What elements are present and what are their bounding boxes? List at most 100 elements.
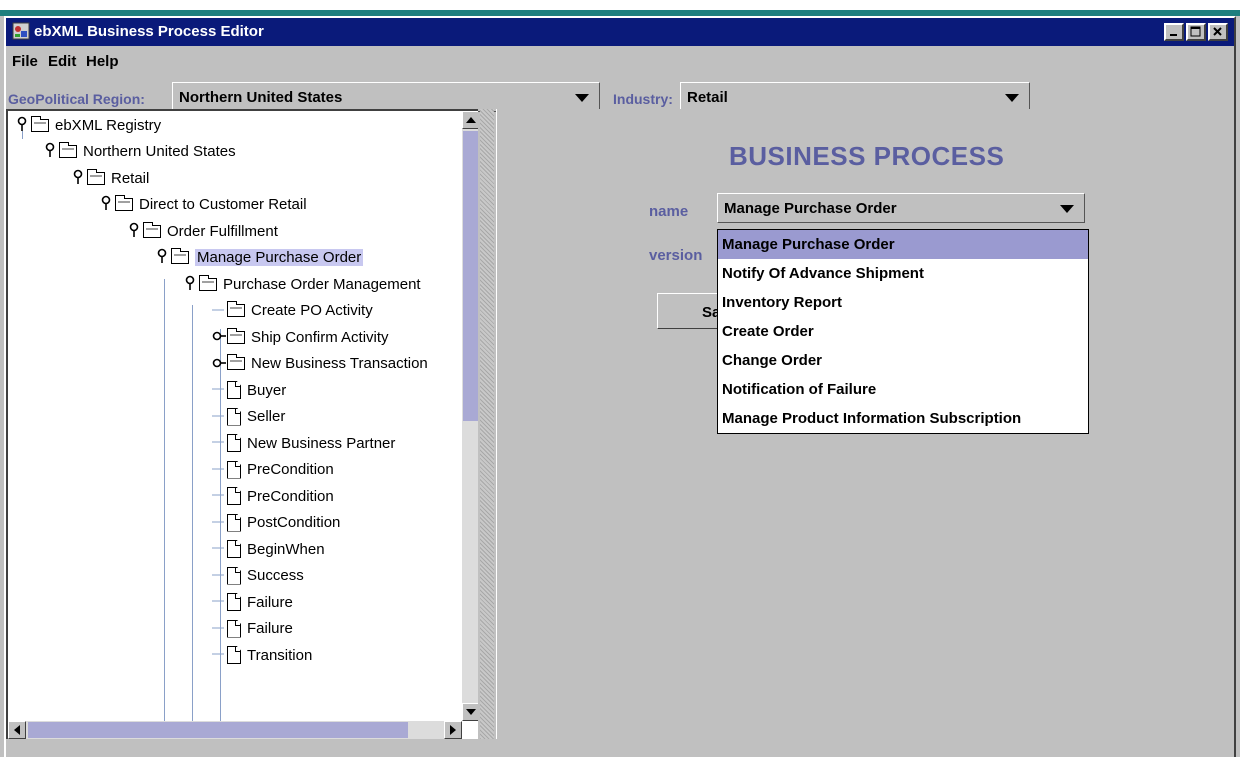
dropdown-option[interactable]: Manage Purchase Order <box>718 230 1088 259</box>
tree-connector <box>212 621 224 637</box>
tree-node[interactable]: Manage Purchase Order <box>156 246 364 270</box>
tree-node[interactable]: Northern United States <box>44 140 236 164</box>
document-icon <box>227 566 241 585</box>
tree-node-label: Northern United States <box>83 143 236 160</box>
key-expanded-icon[interactable] <box>156 248 168 267</box>
tree-node[interactable]: Seller <box>212 405 285 429</box>
tree-node-label: Seller <box>247 408 286 425</box>
key-expanded-icon[interactable] <box>100 195 112 214</box>
key-expanded-icon[interactable] <box>72 169 84 188</box>
title-bar[interactable]: ebXML Business Process Editor <box>6 18 1234 46</box>
tree-horizontal-scrollbar[interactable] <box>8 721 462 739</box>
document-icon <box>227 434 241 452</box>
tree-node[interactable]: Purchase Order Management <box>184 272 421 296</box>
minimize-button[interactable] <box>1164 23 1184 41</box>
folder-icon <box>31 115 49 132</box>
version-label: version <box>649 247 703 264</box>
tree-node-label: New Business Partner <box>247 434 396 452</box>
chevron-down-icon <box>1060 205 1074 213</box>
tree-node-label: ebXML Registry <box>55 116 162 134</box>
name-select[interactable]: Manage Purchase Order <box>717 193 1085 223</box>
key-collapsed-icon[interactable] <box>212 329 226 345</box>
geo-region-select[interactable]: Northern United States <box>172 82 600 112</box>
menu-edit[interactable]: Edit <box>48 53 76 70</box>
maximize-button[interactable] <box>1186 23 1206 41</box>
arrow-down-icon <box>466 709 476 715</box>
dropdown-option[interactable]: Change Order <box>718 346 1088 375</box>
tree-node[interactable]: PreCondition <box>212 458 334 482</box>
scroll-thumb[interactable] <box>463 131 478 421</box>
tree-connector <box>212 647 224 663</box>
dropdown-option[interactable]: Manage Product Information Subscription <box>718 404 1088 433</box>
tree-node-label: Retail <box>111 169 150 187</box>
tree-node[interactable]: New Business Partner <box>212 431 395 455</box>
geo-region-label: GeoPolitical Region: <box>8 91 145 107</box>
key-expanded-icon[interactable] <box>128 222 140 241</box>
registry-tree-panel: ebXML Registry Northern United States Reta… <box>6 109 478 739</box>
tree-connector <box>212 382 224 398</box>
tree-node[interactable]: Order Fulfillment <box>128 219 278 243</box>
folder-icon <box>87 168 105 185</box>
tree-connector <box>212 515 224 531</box>
scroll-right-button[interactable] <box>444 721 462 739</box>
document-icon <box>227 407 241 426</box>
dropdown-option[interactable]: Notify Of Advance Shipment <box>718 259 1088 288</box>
chevron-down-icon <box>575 94 589 102</box>
tree-connector <box>212 435 224 451</box>
key-expanded-icon[interactable] <box>44 142 56 161</box>
document-icon <box>227 513 241 532</box>
tree-connector <box>212 409 224 425</box>
desktop-strip <box>0 0 1240 16</box>
close-icon <box>1213 27 1222 36</box>
tree-node[interactable]: Direct to Customer Retail <box>100 193 307 217</box>
tree-node[interactable]: New Business Transaction <box>212 352 428 376</box>
tree-node-label: Direct to Customer Retail <box>139 196 307 213</box>
tree-node[interactable]: Failure <box>212 590 293 614</box>
tree-node[interactable]: Failure <box>212 617 293 641</box>
tree-connector <box>212 568 224 584</box>
industry-value: Retail <box>687 89 728 106</box>
scroll-thumb[interactable] <box>28 722 408 738</box>
dropdown-option[interactable]: Create Order <box>718 317 1088 346</box>
folder-icon <box>115 195 133 211</box>
tree-connector <box>212 303 224 319</box>
split-pane-divider[interactable] <box>480 109 494 739</box>
document-icon <box>227 487 241 505</box>
scroll-left-button[interactable] <box>8 721 26 739</box>
tree-node[interactable]: Buyer <box>212 378 286 402</box>
geo-region-value: Northern United States <box>179 89 343 106</box>
tree-node[interactable]: Transition <box>212 643 312 667</box>
tree-node[interactable]: ebXML Registry <box>16 113 161 137</box>
tree-node[interactable]: Create PO Activity <box>212 299 373 323</box>
menu-bar: File Edit Help <box>6 48 1234 74</box>
app-icon <box>12 22 30 40</box>
tree-node-label: PostCondition <box>247 514 341 531</box>
maximize-icon <box>1190 26 1201 37</box>
tree-node-label: Buyer <box>247 381 287 399</box>
dropdown-option[interactable]: Inventory Report <box>718 288 1088 317</box>
tree-node[interactable]: Ship Confirm Activity <box>212 325 389 349</box>
scroll-up-button[interactable] <box>462 111 478 129</box>
close-button[interactable] <box>1208 23 1228 41</box>
menu-file[interactable]: File <box>12 53 38 70</box>
tree-node[interactable]: Retail <box>72 166 149 190</box>
tree-node[interactable]: BeginWhen <box>212 537 325 561</box>
tree-node-label: Success <box>247 567 304 584</box>
tree-vertical-scrollbar[interactable] <box>462 111 478 721</box>
registry-tree[interactable]: ebXML Registry Northern United States Reta… <box>8 111 460 721</box>
menu-help[interactable]: Help <box>86 53 119 70</box>
scroll-down-button[interactable] <box>462 703 478 721</box>
tree-connector <box>212 594 224 610</box>
dropdown-option[interactable]: Notification of Failure <box>718 375 1088 404</box>
key-expanded-icon[interactable] <box>184 275 196 294</box>
tree-node[interactable]: PostCondition <box>212 511 340 535</box>
tree-node[interactable]: Success <box>212 564 304 588</box>
industry-select[interactable]: Retail <box>680 82 1030 112</box>
tree-node-label: BeginWhen <box>247 540 325 558</box>
tree-node-label: Manage Purchase Order <box>195 249 364 266</box>
tree-node[interactable]: PreCondition <box>212 484 334 508</box>
folder-icon <box>59 142 77 158</box>
key-collapsed-icon[interactable] <box>212 356 226 372</box>
tree-guide <box>192 305 193 721</box>
key-expanded-icon[interactable] <box>16 116 28 135</box>
